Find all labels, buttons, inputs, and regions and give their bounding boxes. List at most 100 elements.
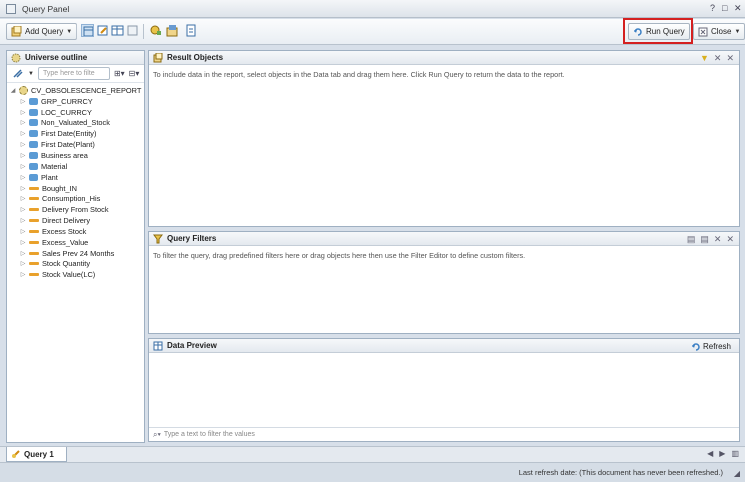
universe-outline-title: Universe outline: [25, 53, 88, 62]
refresh-label: Refresh: [702, 342, 731, 351]
edit-filter-icon[interactable]: ▤: [700, 234, 709, 245]
tree-item[interactable]: ▷ Business area: [7, 150, 144, 161]
measure-icon: [29, 186, 39, 190]
expand-arrow-icon[interactable]: ▷: [19, 98, 27, 105]
expand-all-icon[interactable]: ⊞▾: [114, 69, 125, 78]
add-query-label: Add Query: [25, 27, 64, 36]
result-objects-icon: [153, 52, 163, 62]
tree-item[interactable]: ▷ Consumption_His: [7, 193, 144, 204]
close-button[interactable]: Close ▼: [693, 23, 745, 40]
expand-arrow-icon[interactable]: ▷: [19, 130, 27, 137]
chevron-down-icon[interactable]: ▼: [28, 71, 34, 77]
tree-item[interactable]: ▷ GRP_CURRCY: [7, 96, 144, 107]
chevron-down-icon: ▼: [734, 28, 741, 35]
tree-item-label: GRP_CURRCY: [41, 96, 93, 106]
tree-item-label: Plant: [41, 172, 58, 182]
tab-next-icon[interactable]: ▶: [719, 449, 725, 458]
tree-item-label: Consumption_His: [42, 194, 101, 204]
run-query-highlight: [623, 18, 693, 44]
tree-item[interactable]: ▷ Plant: [7, 172, 144, 183]
refresh-icon: [691, 343, 700, 351]
tab-query-1[interactable]: Query 1: [6, 447, 67, 462]
tab-prev-icon[interactable]: ◀: [707, 449, 713, 458]
remove-all-icon[interactable]: ✕: [726, 234, 734, 245]
help-icon[interactable]: ?: [710, 3, 715, 14]
tree-item[interactable]: ▷ Non_Valuated_Stock: [7, 118, 144, 129]
preview-filter-bar[interactable]: ⌕▾ Type a text to filter the values: [149, 427, 739, 441]
expand-arrow-icon[interactable]: ▷: [19, 119, 27, 126]
universe-icon: [19, 85, 28, 95]
expand-arrow-icon[interactable]: ▷: [19, 228, 27, 235]
tree-item-label: Bought_IN: [42, 183, 77, 193]
tree-item[interactable]: ▷ Stock Value(LC): [7, 269, 144, 280]
maximize-icon[interactable]: □: [722, 3, 727, 14]
expand-arrow-icon[interactable]: ▷: [19, 271, 27, 278]
expand-arrow-icon[interactable]: ▷: [19, 260, 27, 267]
tree-item[interactable]: ▷ Excess Stock: [7, 226, 144, 237]
tree-root[interactable]: ◢ CV_OBSOLESCENCE_REPORT: [7, 85, 144, 96]
dimension-icon: [29, 97, 38, 105]
tab-label: Query 1: [24, 449, 54, 459]
tree-item[interactable]: ▷ Material: [7, 161, 144, 172]
expand-arrow-icon[interactable]: ▷: [19, 217, 27, 224]
tab-list-icon[interactable]: ▥: [731, 449, 739, 458]
expand-arrow-icon[interactable]: ▷: [19, 174, 27, 181]
tree-item[interactable]: ▷ LOC_CURRCY: [7, 107, 144, 118]
expand-arrow-icon[interactable]: ▷: [19, 239, 27, 246]
collapse-all-icon[interactable]: ⊟▾: [129, 69, 140, 78]
data-preview-title: Data Preview: [167, 341, 217, 350]
tree-item[interactable]: ▷ Stock Quantity: [7, 259, 144, 270]
resize-grip-icon[interactable]: ◢: [734, 469, 740, 478]
expand-arrow-icon[interactable]: ▷: [19, 250, 27, 257]
tree-item[interactable]: ▷ First Date(Entity): [7, 128, 144, 139]
tree-item-label: Sales Prev 24 Months: [42, 248, 115, 258]
outline-search-input[interactable]: Type here to filte: [37, 67, 110, 80]
tree-item-label: Excess_Value: [42, 237, 89, 247]
close-window-icon[interactable]: ✕: [734, 3, 742, 14]
chevron-down-icon: ▼: [66, 28, 73, 35]
edit-view-icon[interactable]: [96, 24, 109, 37]
query-properties-icon[interactable]: [149, 24, 162, 37]
refresh-button[interactable]: Refresh: [691, 342, 731, 351]
measure-icon: [29, 219, 39, 223]
tree-item[interactable]: ▷ Sales Prev 24 Months: [7, 248, 144, 259]
status-bar: Last refresh date: (This document has ne…: [0, 462, 745, 482]
grid-view-icon[interactable]: [111, 24, 124, 37]
outline-tools: ▼ Type here to filte ⊞▾ ⊟▾: [7, 65, 144, 83]
object-type-icon[interactable]: [12, 68, 24, 79]
expand-arrow-icon[interactable]: ▷: [19, 195, 27, 202]
add-query-icon: [11, 26, 22, 37]
tree-item[interactable]: ▷ Direct Delivery: [7, 215, 144, 226]
tree-item[interactable]: ▷ Delivery From Stock: [7, 204, 144, 215]
tree-item[interactable]: ▷ Excess_Value: [7, 237, 144, 248]
collapse-arrow-icon[interactable]: ◢: [9, 87, 17, 94]
document-icon[interactable]: [184, 24, 197, 37]
dimension-icon: [29, 173, 38, 181]
remove-icon[interactable]: ✕: [714, 53, 722, 64]
sql-viewer-icon[interactable]: [166, 24, 179, 37]
add-query-button[interactable]: Add Query ▼: [6, 23, 78, 40]
expand-arrow-icon[interactable]: ▷: [19, 163, 27, 170]
view-layout-icon[interactable]: [81, 24, 94, 37]
measure-icon: [29, 197, 39, 201]
expand-arrow-icon[interactable]: ▷: [19, 152, 27, 159]
last-refresh-status: Last refresh date: (This document has ne…: [518, 468, 723, 477]
add-filter-icon[interactable]: ▤: [687, 234, 696, 245]
tree-item[interactable]: ▷ First Date(Plant): [7, 139, 144, 150]
tree-item[interactable]: ▷ Bought_IN: [7, 183, 144, 194]
close-panel-icon: [698, 27, 708, 36]
query-filters-hint: To filter the query, drag predefined fil…: [153, 251, 526, 260]
expand-arrow-icon[interactable]: ▷: [19, 206, 27, 213]
result-objects-actions: ▼ ✕ ✕: [700, 53, 734, 64]
expand-arrow-icon[interactable]: ▷: [19, 185, 27, 192]
remove-icon[interactable]: ✕: [714, 234, 722, 245]
expand-arrow-icon[interactable]: ▷: [19, 109, 27, 116]
preview-filter-input[interactable]: Type a text to filter the values: [164, 431, 255, 438]
expand-arrow-icon[interactable]: ▷: [19, 141, 27, 148]
remove-all-icon[interactable]: ✕: [726, 53, 734, 64]
universe-icon: [11, 53, 21, 62]
data-preview-panel: Data Preview Refresh ⌕▾ Type a text to f…: [148, 338, 740, 442]
filter-icon[interactable]: ▼: [700, 53, 709, 64]
measure-icon: [29, 229, 39, 233]
properties-view-icon[interactable]: [126, 24, 139, 37]
